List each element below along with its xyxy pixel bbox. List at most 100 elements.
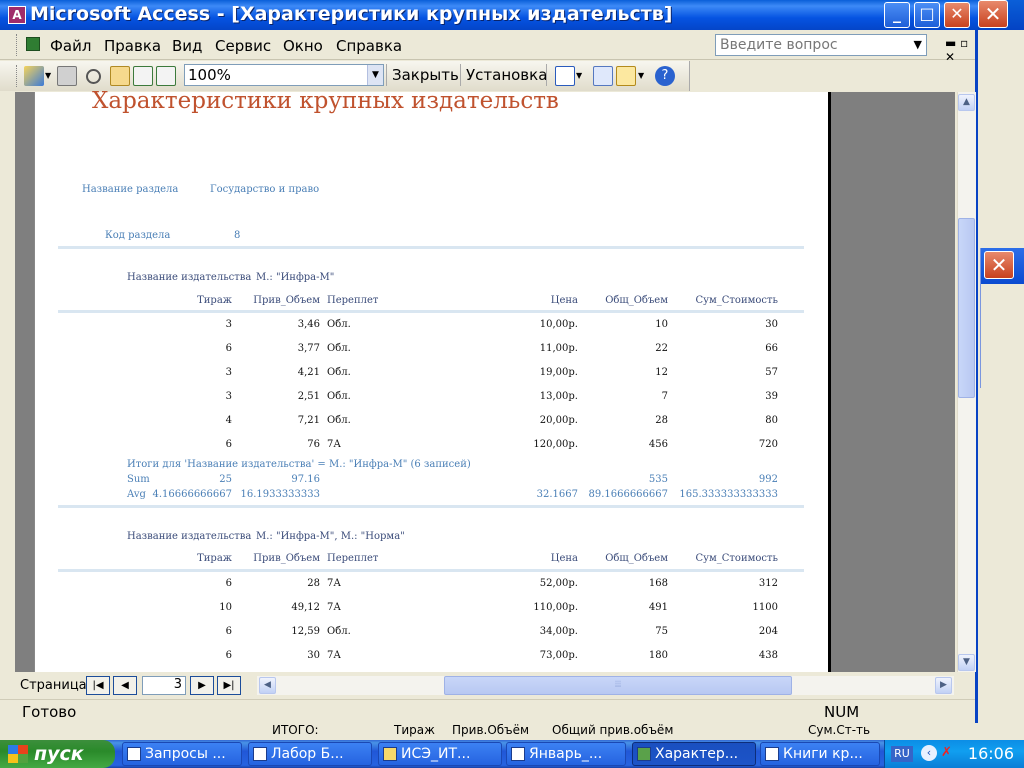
language-indicator[interactable]: RU <box>891 746 913 762</box>
table-cell: Обл. <box>327 391 351 402</box>
windows-logo-icon <box>8 745 28 763</box>
table-cell: 3,46 <box>297 319 320 330</box>
next-page-icon[interactable]: ▶ <box>190 676 214 695</box>
ask-question-input[interactable]: Введите вопрос ▼ <box>715 34 927 56</box>
table-cell: 7А <box>327 650 341 661</box>
close-preview-button[interactable]: Закрыть <box>392 66 459 84</box>
chevron-left-icon[interactable]: ‹ <box>921 745 937 761</box>
table-cell: 7А <box>327 578 341 589</box>
column-header: Цена <box>550 295 578 306</box>
excel-icon <box>511 747 525 761</box>
maximize-button[interactable]: □ <box>914 2 940 28</box>
scroll-right-icon[interactable]: ▶ <box>935 677 952 694</box>
taskbar-item[interactable]: Лабор Б... <box>248 742 372 766</box>
avg-value: 16.1933333333 <box>240 489 320 500</box>
toolbar-grip[interactable] <box>16 65 20 87</box>
chevron-down-icon[interactable]: ▼ <box>914 38 922 51</box>
vertical-scroll-thumb[interactable] <box>958 218 975 398</box>
table-cell: 720 <box>758 439 778 450</box>
print-icon[interactable] <box>57 66 77 86</box>
menu-file[interactable]: Файл <box>50 37 91 55</box>
table-cell: 204 <box>758 626 778 637</box>
sum-label: Sum <box>127 474 150 485</box>
underlying-cell: Сум.Ст-ть <box>808 723 871 737</box>
scroll-up-icon[interactable]: ▲ <box>958 94 975 111</box>
new-object-icon[interactable] <box>616 66 636 86</box>
table-cell: 6 <box>225 650 232 661</box>
table-cell: 180 <box>648 650 668 661</box>
page-label: Страница: <box>20 678 92 693</box>
table-cell: 76 <box>307 439 320 450</box>
menu-edit[interactable]: Правка <box>104 37 161 55</box>
taskbar-item-active[interactable]: Характер... <box>632 742 756 766</box>
page-number-input[interactable]: 3 <box>142 676 186 695</box>
start-label: пуск <box>34 743 84 765</box>
chevron-down-icon[interactable]: ▼ <box>45 71 51 80</box>
window-title: Microsoft Access - [Характеристики крупн… <box>30 3 673 25</box>
start-button[interactable]: пуск <box>0 740 115 768</box>
table-cell: 12,59 <box>291 626 320 637</box>
clock: 16:06 <box>967 744 1014 763</box>
word-icon[interactable] <box>555 66 575 86</box>
status-bar: Готово NUM <box>0 699 975 723</box>
multiple-pages-icon[interactable] <box>156 66 176 86</box>
document-icon[interactable] <box>26 37 40 51</box>
table-cell: 73,00р. <box>539 650 578 661</box>
taskbar-item[interactable]: Запросы ... <box>122 742 242 766</box>
menu-help[interactable]: Справка <box>336 37 402 55</box>
database-window-icon[interactable] <box>593 66 613 86</box>
table-cell: 3 <box>225 391 232 402</box>
table-cell: 30 <box>307 650 320 661</box>
avg-label: Avg <box>127 489 146 500</box>
close-icon[interactable]: ✕ <box>978 0 1008 28</box>
close-button[interactable]: ✕ <box>944 2 970 28</box>
last-page-icon[interactable]: ▶| <box>217 676 241 695</box>
first-page-icon[interactable]: |◀ <box>86 676 110 695</box>
table-cell: 39 <box>765 391 778 402</box>
zoom-select[interactable]: 100% ▼ <box>184 64 384 86</box>
zoom-icon[interactable] <box>86 69 101 84</box>
table-cell: 12 <box>655 367 668 378</box>
two-pages-icon[interactable] <box>133 66 153 86</box>
taskbar-item[interactable]: Книги кр... <box>760 742 880 766</box>
taskbar-item-label: ИСЭ_ИТ... <box>401 746 471 762</box>
underlying-report-strip: ИТОГО: Тираж Прив.Объём Общий прив.объём… <box>0 723 978 740</box>
taskbar-item[interactable]: ИСЭ_ИТ... <box>378 742 502 766</box>
page-setup-button[interactable]: Установка <box>466 66 547 84</box>
antivirus-icon[interactable]: ✗ <box>941 745 955 761</box>
table-cell: 312 <box>758 578 778 589</box>
sum-value: 535 <box>648 474 668 485</box>
section-name-label: Название раздела <box>82 184 179 195</box>
taskbar-item-label: Январь_... <box>529 746 603 762</box>
table-cell: 3 <box>225 367 232 378</box>
scroll-left-icon[interactable]: ◀ <box>259 677 276 694</box>
help-icon[interactable]: ? <box>655 66 675 86</box>
horizontal-scroll-thumb[interactable]: ⦙⦙⦙ <box>444 676 792 695</box>
restore-doc-icon[interactable]: ▬ ▫ ✕ <box>945 36 975 64</box>
previous-page-icon[interactable]: ◀ <box>113 676 137 695</box>
totals-caption: Итоги для 'Название издательства' = М.: … <box>127 459 471 470</box>
table-cell: 10,00р. <box>539 319 578 330</box>
table-cell: 491 <box>648 602 668 613</box>
chevron-down-icon[interactable]: ▼ <box>638 71 644 80</box>
one-page-icon[interactable] <box>110 66 130 86</box>
close-icon[interactable]: ✕ <box>984 251 1014 279</box>
taskbar-item[interactable]: Январь_... <box>506 742 626 766</box>
minimize-button[interactable]: _ <box>884 2 910 28</box>
menu-view[interactable]: Вид <box>172 37 202 55</box>
menubar-grip[interactable] <box>16 34 20 56</box>
table-cell: 168 <box>648 578 668 589</box>
chevron-down-icon[interactable]: ▼ <box>367 65 383 85</box>
view-icon[interactable] <box>24 66 44 86</box>
chevron-down-icon[interactable]: ▼ <box>576 71 582 80</box>
table-cell: 57 <box>765 367 778 378</box>
table-cell: 66 <box>765 343 778 354</box>
column-header: Переплет <box>327 295 379 306</box>
underlying-cell: Прив.Объём <box>452 723 530 737</box>
scroll-down-icon[interactable]: ▼ <box>958 654 975 671</box>
menu-tools[interactable]: Сервис <box>215 37 271 55</box>
avg-value: 4.16666666667 <box>152 489 232 500</box>
table-cell: Обл. <box>327 626 351 637</box>
menu-window[interactable]: Окно <box>283 37 323 55</box>
table-cell: 80 <box>765 415 778 426</box>
